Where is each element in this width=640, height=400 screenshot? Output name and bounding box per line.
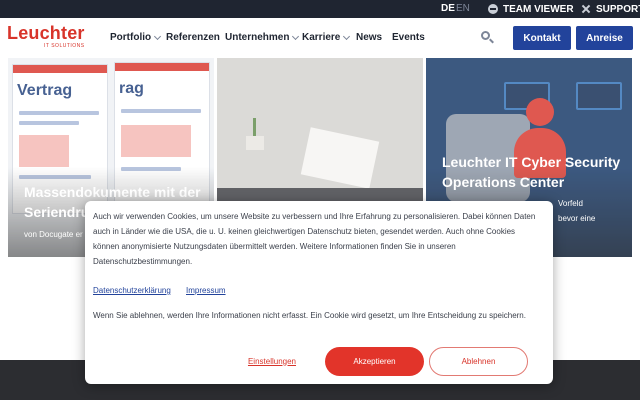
main-header: Leuchter IT SOLUTIONS Portfolio Referenz… (0, 18, 640, 58)
support-link[interactable]: SUPPORT (581, 0, 640, 18)
nav-item-referenzen[interactable]: Referenzen (166, 32, 220, 43)
chevron-down-icon (154, 32, 162, 40)
language-en[interactable]: EN (456, 3, 470, 14)
imprint-link[interactable]: Impressum (186, 286, 226, 295)
teamviewer-icon (488, 4, 498, 14)
logo-subline: IT SOLUTIONS (43, 43, 85, 49)
top-utility-bar: DE EN TEAM VIEWER SUPPORT (0, 0, 640, 18)
chevron-down-icon (343, 32, 351, 40)
cookie-settings-button[interactable]: Einstellungen (243, 351, 301, 371)
language-de[interactable]: DE (441, 3, 455, 14)
chevron-down-icon (292, 32, 300, 40)
nav-item-news[interactable]: News (356, 32, 382, 43)
nav-label: Portfolio (110, 32, 152, 43)
nav-label: Karriere (302, 32, 341, 43)
cookie-accept-button[interactable]: Akzeptieren (325, 347, 424, 376)
teamviewer-link[interactable]: TEAM VIEWER (488, 0, 574, 18)
nav-item-events[interactable]: Events (392, 32, 425, 43)
nav-item-karriere[interactable]: Karriere (302, 32, 351, 43)
cookie-decline-note: Wenn Sie ablehnen, werden Ihre Informati… (93, 311, 526, 320)
logo-wordmark: Leuchter (7, 23, 85, 43)
leuchter-logo[interactable]: Leuchter IT SOLUTIONS (7, 23, 85, 49)
nav-label: Unternehmen (225, 32, 290, 43)
request-button[interactable]: Anreise (576, 26, 633, 50)
search-icon[interactable] (481, 31, 494, 44)
cookie-consent-dialog: Auch wir verwenden Cookies, um unsere We… (85, 201, 553, 384)
nav-label: Referenzen (166, 32, 220, 43)
contact-button[interactable]: Kontakt (513, 26, 571, 50)
nav-label: News (356, 32, 383, 43)
teamviewer-label: TEAM VIEWER (503, 3, 574, 15)
cookie-description: Auch wir verwenden Cookies, um unsere We… (93, 212, 536, 266)
privacy-policy-link[interactable]: Datenschutzerklärung (93, 286, 171, 295)
support-label: SUPPORT (596, 3, 640, 15)
cookie-decline-button[interactable]: Ablehnen (429, 347, 528, 376)
nav-item-unternehmen[interactable]: Unternehmen (225, 32, 300, 43)
nav-item-portfolio[interactable]: Portfolio (110, 32, 162, 43)
support-tools-icon (581, 4, 591, 14)
nav-label: Events (392, 32, 425, 43)
